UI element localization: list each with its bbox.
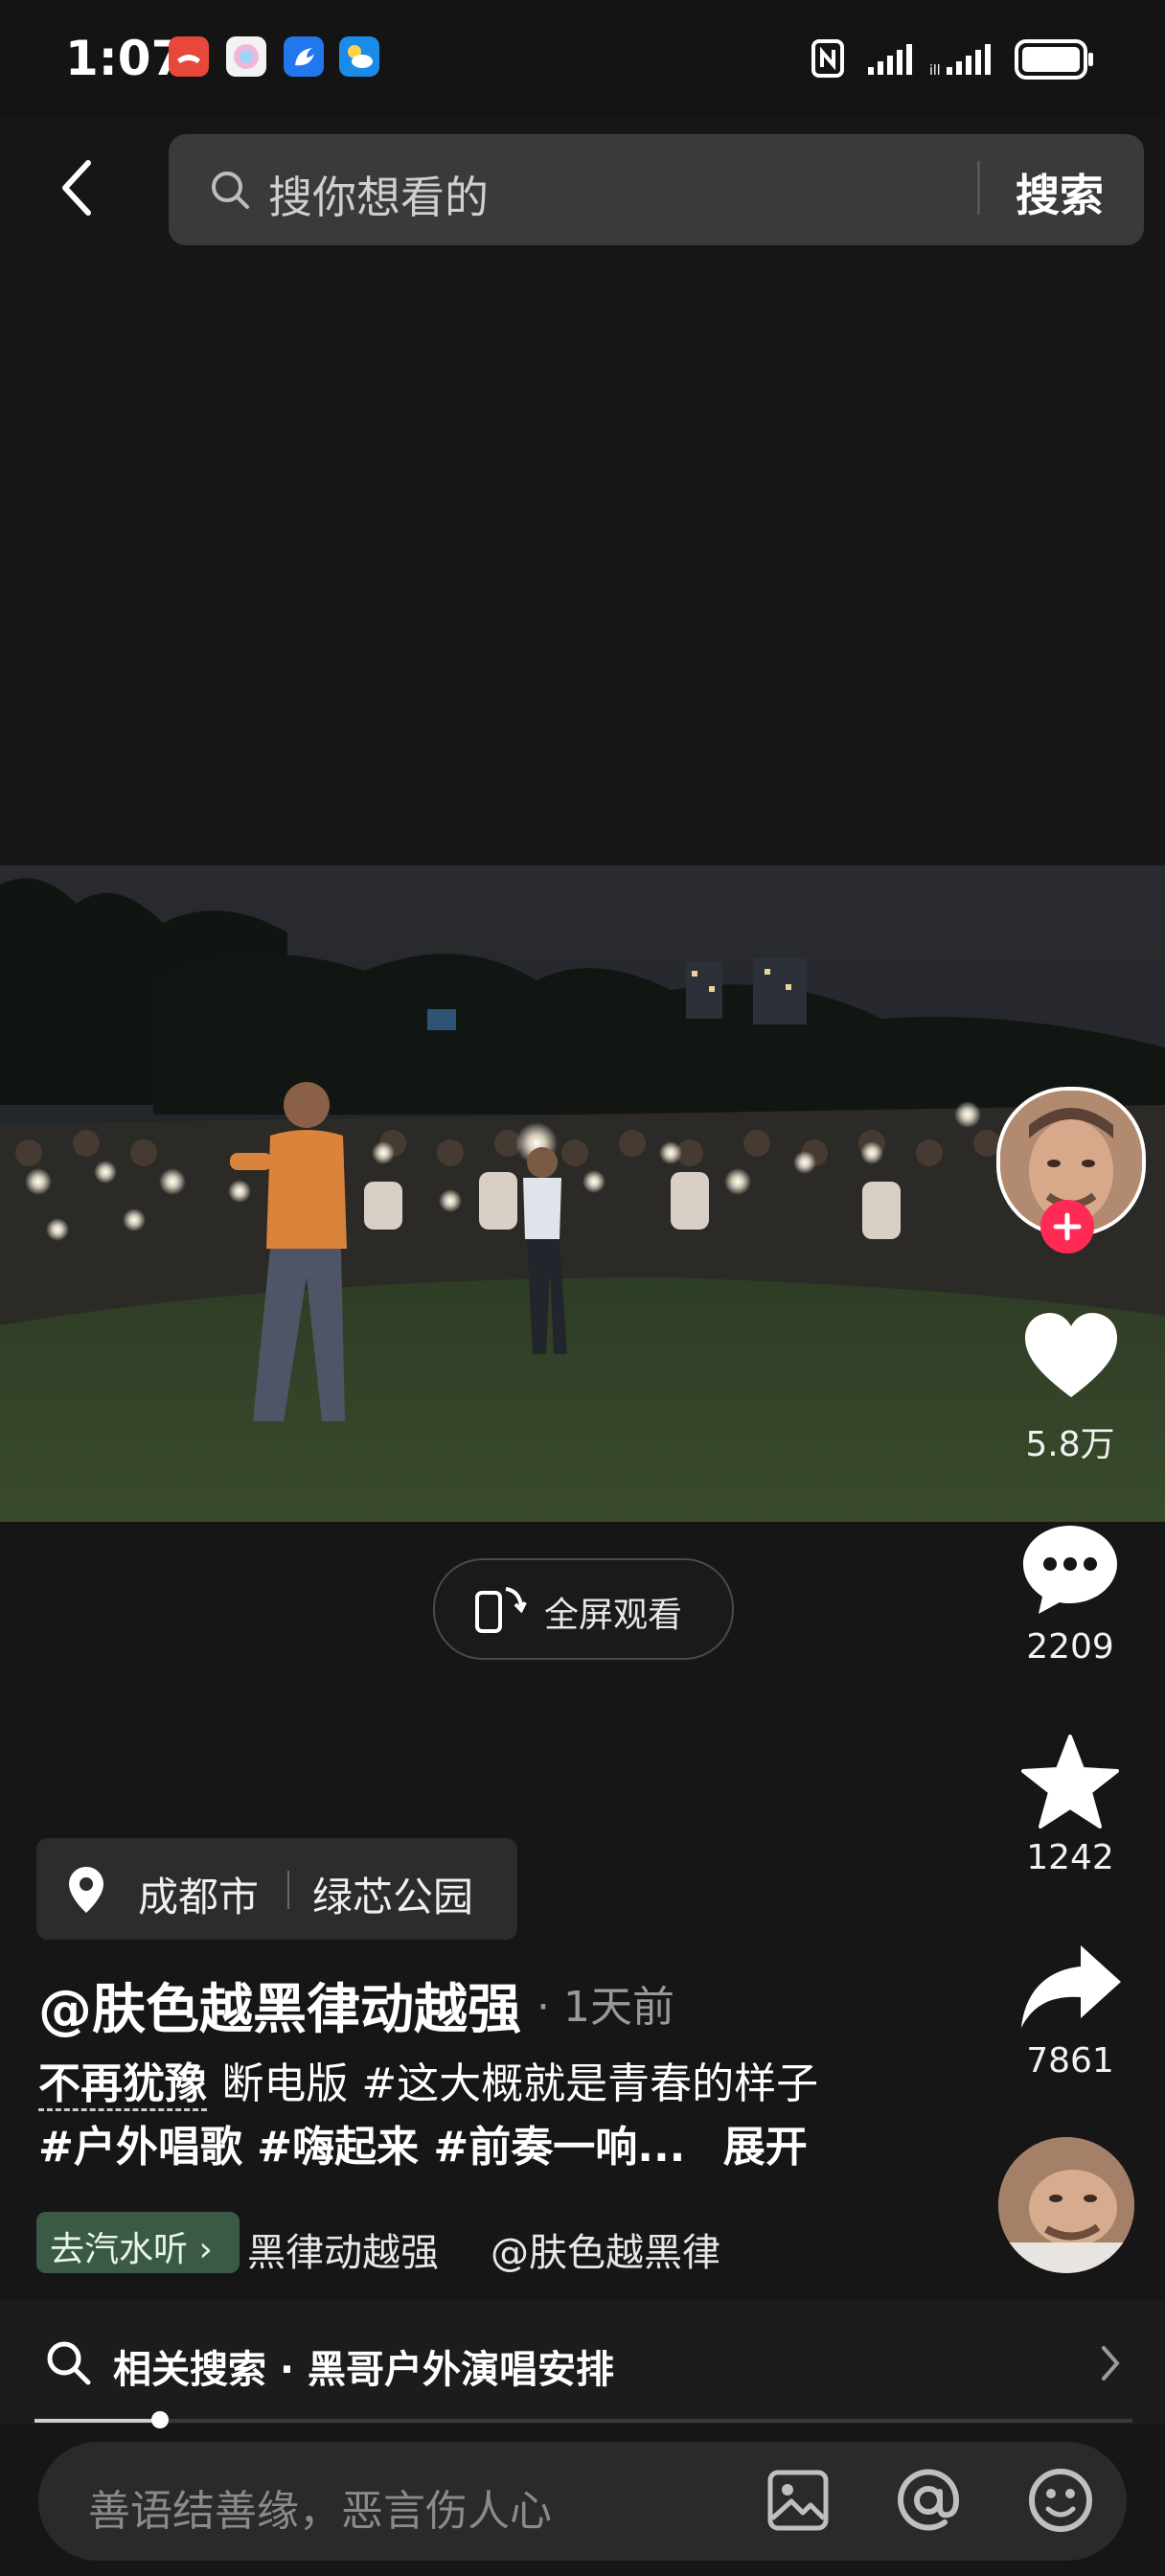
missed-call-app-icon bbox=[169, 36, 209, 77]
location-place: 绿芯公园 bbox=[312, 1874, 474, 1920]
comment-input[interactable]: 善语结善缘，恶言伤人心 bbox=[88, 2476, 552, 2538]
mention-at-icon[interactable] bbox=[895, 2467, 962, 2534]
video-progress-fill bbox=[34, 2419, 159, 2423]
like-heart-icon[interactable] bbox=[1021, 1311, 1121, 1403]
related-search-icon bbox=[47, 2341, 91, 2385]
music-disc-avatar[interactable] bbox=[998, 2137, 1134, 2273]
follow-button[interactable] bbox=[1040, 1200, 1094, 1254]
plus-icon bbox=[1053, 1212, 1082, 1241]
location-divider bbox=[287, 1871, 289, 1909]
emoji-icon[interactable] bbox=[1027, 2467, 1094, 2534]
music-artist[interactable]: @肤色越黑律 bbox=[491, 2221, 720, 2277]
video-progress-track[interactable] bbox=[34, 2419, 1132, 2423]
battery-icon bbox=[1015, 39, 1093, 80]
hashtags[interactable]: #户外唱歌 #嗨起来 #前奏一响... bbox=[38, 2123, 685, 2172]
rotate-phone-icon bbox=[475, 1587, 527, 1633]
related-search-label: 相关搜索 · 黑哥户外演唱安排 bbox=[113, 2348, 615, 2392]
listen-in-app-label: 去汽水听 › bbox=[50, 2230, 213, 2269]
video-frame bbox=[0, 865, 1165, 1522]
signal-icon-2: ill bbox=[929, 44, 991, 77]
fullscreen-label: 全屏观看 bbox=[544, 1596, 683, 1635]
author-name[interactable]: @肤色越黑律动越强 bbox=[38, 1966, 521, 2044]
search-divider bbox=[977, 161, 980, 215]
post-time: · 1天前 bbox=[537, 1983, 674, 2032]
video-progress-handle[interactable] bbox=[151, 2411, 169, 2428]
weather-app-icon bbox=[339, 36, 379, 77]
search-icon bbox=[212, 172, 249, 209]
signal-icon-1 bbox=[868, 44, 912, 75]
svg-text:ill: ill bbox=[929, 63, 941, 77]
comment-bubble-icon[interactable] bbox=[1019, 1522, 1121, 1618]
status-time: 1:07 bbox=[65, 31, 185, 86]
location-city: 成都市 bbox=[138, 1874, 260, 1920]
chevron-right-icon: › bbox=[188, 2230, 213, 2269]
music-title[interactable]: 黑律动越强 bbox=[247, 2221, 439, 2277]
browser-app-icon bbox=[284, 36, 324, 77]
share-arrow-icon[interactable] bbox=[1017, 1942, 1125, 2032]
favorite-count: 1242 bbox=[1026, 1838, 1114, 1877]
song-link[interactable]: 不再犹豫 bbox=[38, 2059, 207, 2111]
gallery-app-icon bbox=[226, 36, 266, 77]
image-icon[interactable] bbox=[766, 2469, 830, 2532]
search-button[interactable]: 搜索 bbox=[1016, 161, 1104, 224]
nfc-icon bbox=[811, 39, 844, 78]
comment-count: 2209 bbox=[1026, 1627, 1114, 1667]
back-arrow-icon[interactable] bbox=[56, 157, 102, 218]
description-line-2: #户外唱歌 #嗨起来 #前奏一响... 展开 bbox=[38, 2112, 808, 2174]
like-count: 5.8万 bbox=[1025, 1425, 1115, 1464]
description-line-1: 不再犹豫 断电版 #这大概就是青春的样子 bbox=[38, 2049, 819, 2111]
share-count: 7861 bbox=[1026, 2041, 1114, 2081]
expand-button[interactable]: 展开 bbox=[723, 2123, 808, 2172]
description-text: 断电版 #这大概就是青春的样子 bbox=[221, 2059, 819, 2108]
chevron-right-icon bbox=[1102, 2346, 1120, 2380]
search-input[interactable]: 搜你想看的 bbox=[268, 163, 489, 226]
location-pin-icon bbox=[69, 1867, 103, 1913]
favorite-star-icon[interactable] bbox=[1019, 1733, 1121, 1830]
video-player[interactable] bbox=[0, 865, 1165, 1522]
